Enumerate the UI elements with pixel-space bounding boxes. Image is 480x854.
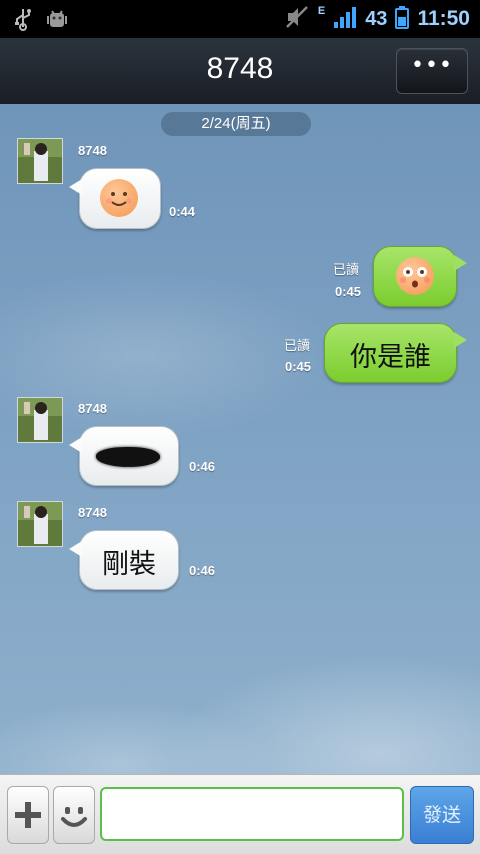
message-bubble[interactable] [69,168,161,229]
message-time: 0:45 [335,284,362,299]
usb-icon [14,7,32,35]
sender-name: 8748 [78,143,107,158]
avatar[interactable] [17,138,63,184]
date-divider: 2/24(周五) [161,112,311,136]
redacted-content [95,445,161,469]
status-bar: E 43 11:50 [0,0,480,38]
send-button[interactable]: 發送 [410,786,474,844]
avatar[interactable] [17,501,63,547]
android-debug-icon [46,7,68,35]
message-bubble[interactable]: 你是誰 [324,323,467,383]
battery-icon [395,5,410,33]
message-bubble[interactable]: 剛裝 [69,530,179,590]
plus-icon [8,802,48,847]
avatar[interactable] [17,397,63,443]
mute-icon [284,4,310,34]
message-time: 0:45 [285,359,312,374]
signal-icon [333,5,357,33]
message-time: 0:46 [189,563,216,578]
battery-level: 43 [365,7,388,30]
emoji-button[interactable] [53,786,95,844]
input-bar: 發送 [0,774,480,854]
message-time: 0:44 [169,204,196,219]
smile-face-sticker [100,179,138,217]
chat-header: 8748 ••• [0,38,480,105]
add-attachment-button[interactable] [7,786,49,844]
read-receipt: 已讀 [284,339,311,354]
message-list[interactable]: 2/24(周五) 8748 0:44 已讀 0:45 已讀 0:45 你是誰 8… [0,104,480,774]
message-bubble[interactable] [373,246,467,307]
message-text: 你是誰 [350,342,431,373]
clock: 11:50 [417,7,470,30]
message-time: 0:46 [189,459,216,474]
sender-name: 8748 [78,505,107,520]
message-bubble[interactable] [69,426,179,486]
message-input[interactable] [100,787,404,841]
chat-screen: E 43 11:50 8748 ••• 2/24(周五) 8748 0:44 已… [0,0,480,854]
read-receipt: 已讀 [333,263,360,278]
more-options-button[interactable]: ••• [396,48,468,94]
smiley-icon [54,807,94,847]
more-icon: ••• [411,53,453,78]
message-text: 剛裝 [102,549,156,580]
surprised-face-sticker [396,257,434,295]
network-type: E [317,5,326,17]
sender-name: 8748 [78,401,107,416]
